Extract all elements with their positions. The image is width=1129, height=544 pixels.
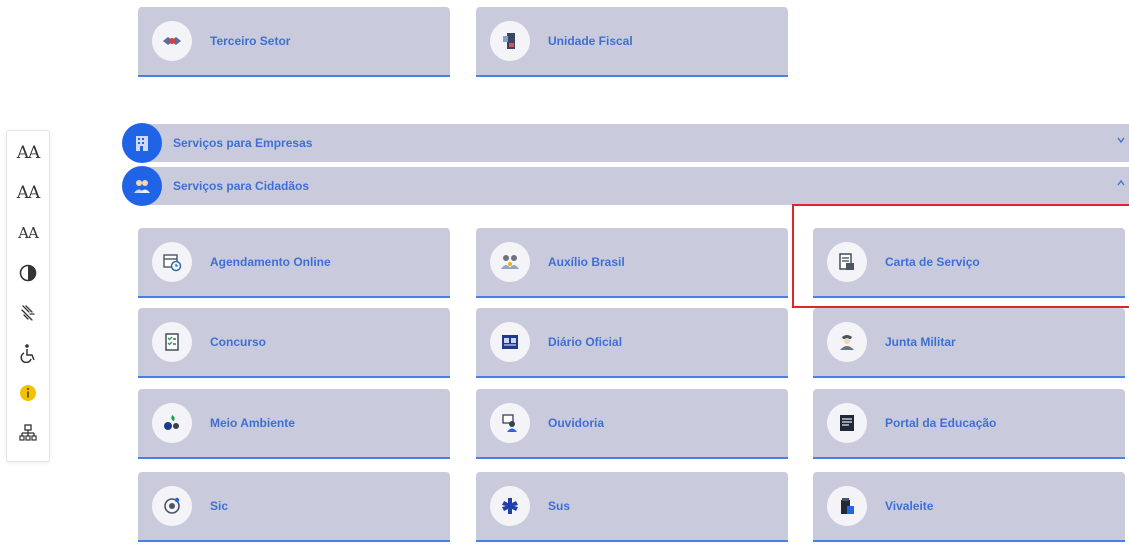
card-label: Ouvidoria (548, 416, 605, 430)
decrease-font-button[interactable]: AA (7, 213, 49, 253)
fiscal-icon (490, 21, 530, 61)
card-sic[interactable]: Sic (138, 472, 450, 542)
card-label: Sic (210, 499, 229, 513)
contrast-icon (19, 264, 37, 282)
card-label: Auxílio Brasil (548, 255, 625, 269)
card-label: Vivaleite (885, 499, 934, 513)
info-button[interactable] (7, 373, 49, 413)
people-icon (122, 166, 162, 206)
card-sus[interactable]: Sus (476, 472, 788, 542)
card-vivaleite[interactable]: Vivaleite (813, 472, 1125, 542)
newspaper-icon (490, 322, 530, 362)
contrast-button[interactable] (7, 253, 49, 293)
default-font-label: AA (16, 183, 41, 203)
increase-font-button[interactable]: AA (7, 133, 49, 173)
default-font-button[interactable]: AA (7, 173, 49, 213)
soldier-icon (827, 322, 867, 362)
wheelchair-icon (20, 344, 35, 363)
card-ouvidoria[interactable]: Ouvidoria (476, 389, 788, 459)
accordion-label: Serviços para Cidadãos (173, 179, 310, 193)
decrease-font-label: AA (18, 224, 39, 242)
card-label: Carta de Serviço (885, 255, 980, 269)
sitemap-button[interactable] (7, 413, 49, 453)
card-meio-ambiente[interactable]: Meio Ambiente (138, 389, 450, 459)
accordion-servicos-empresas[interactable]: Serviços para Empresas (122, 123, 1129, 163)
health-icon (490, 486, 530, 526)
family-icon (490, 242, 530, 282)
card-unidade-fiscal[interactable]: Unidade Fiscal (476, 7, 788, 77)
card-label: Meio Ambiente (210, 416, 295, 430)
building-icon (122, 123, 162, 163)
education-icon (827, 403, 867, 443)
card-label: Agendamento Online (210, 255, 331, 269)
sign-language-icon (21, 305, 35, 321)
card-label: Diário Oficial (548, 335, 623, 349)
nature-icon (152, 403, 192, 443)
card-junta-militar[interactable]: Junta Militar (813, 308, 1125, 378)
card-label: Portal da Educação (885, 416, 997, 430)
card-diario-oficial[interactable]: Diário Oficial (476, 308, 788, 378)
handshake-icon (152, 21, 192, 61)
card-terceiro-setor[interactable]: Terceiro Setor (138, 7, 450, 77)
card-carta-de-servico[interactable]: Carta de Serviço (813, 228, 1125, 298)
card-auxilio-brasil[interactable]: Auxílio Brasil (476, 228, 788, 298)
card-concurso[interactable]: Concurso (138, 308, 450, 378)
checklist-icon (152, 322, 192, 362)
info-icon (20, 385, 36, 401)
card-agendamento-online[interactable]: Agendamento Online (138, 228, 450, 298)
sign-language-button[interactable] (7, 293, 49, 333)
card-label: Junta Militar (885, 335, 956, 349)
card-label: Sus (548, 499, 571, 513)
accordion-label: Serviços para Empresas (173, 136, 313, 150)
card-label: Terceiro Setor (210, 34, 291, 48)
accordion-servicos-cidadaos[interactable]: Serviços para Cidadãos (122, 166, 1129, 206)
sitemap-icon (19, 424, 37, 441)
accessibility-toolbar: AA AA AA (6, 130, 50, 462)
info-access-icon (152, 486, 192, 526)
document-icon (827, 242, 867, 282)
card-label: Concurso (210, 335, 267, 349)
calendar-icon (152, 242, 192, 282)
milk-icon (827, 486, 867, 526)
wheelchair-button[interactable] (7, 333, 49, 373)
chevron-up-icon (1117, 179, 1125, 186)
ombudsman-icon (490, 403, 530, 443)
chevron-down-icon (1117, 137, 1125, 144)
card-portal-da-educacao[interactable]: Portal da Educação (813, 389, 1125, 459)
increase-font-label: AA (16, 143, 41, 163)
card-label: Unidade Fiscal (548, 34, 633, 48)
